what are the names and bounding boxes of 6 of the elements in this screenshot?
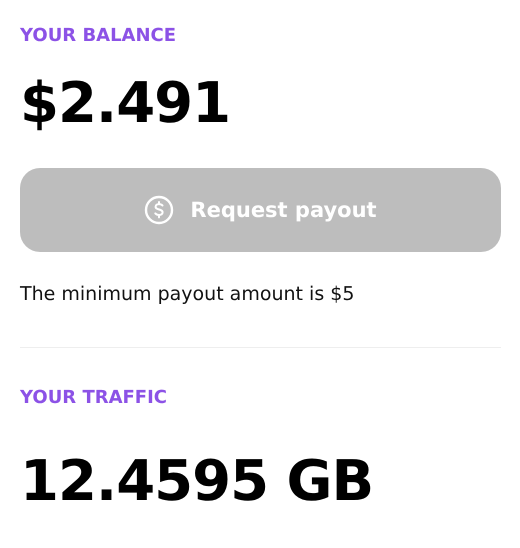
- traffic-amount: 12.4595 GB: [20, 450, 374, 514]
- dollar-icon: [144, 195, 174, 225]
- traffic-label: YOUR TRAFFIC: [20, 386, 168, 410]
- balance-label: YOUR BALANCE: [20, 24, 178, 48]
- minimum-payout-note: The minimum payout amount is $5: [20, 282, 356, 307]
- balance-amount: $2.491: [20, 72, 232, 136]
